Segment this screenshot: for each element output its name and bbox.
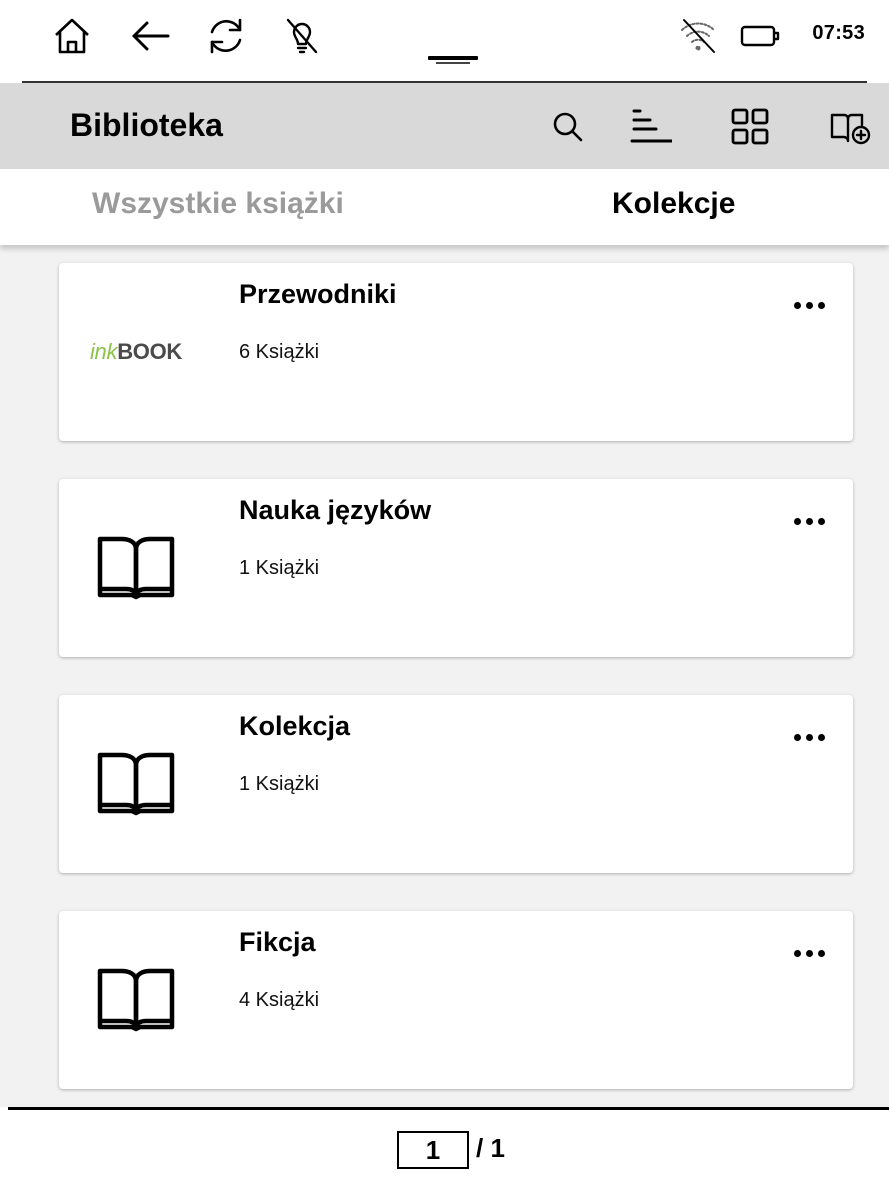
collection-card[interactable]: Nauka języków 1 Książki xyxy=(59,479,853,657)
collection-card[interactable]: Fikcja 4 Książki xyxy=(59,911,853,1089)
back-arrow-icon[interactable] xyxy=(128,14,172,58)
collection-card[interactable]: Kolekcja 1 Książki xyxy=(59,695,853,873)
collection-thumbnail xyxy=(71,945,201,1055)
open-book-icon xyxy=(97,536,175,600)
collection-thumbnail xyxy=(71,729,201,839)
collection-title: Przewodniki xyxy=(239,279,397,309)
collection-count: 4 Książki xyxy=(239,989,320,1011)
sort-icon[interactable] xyxy=(628,105,672,149)
collection-list: inkBOOK Przewodniki 6 Książki Nauka języ… xyxy=(0,245,889,1107)
collection-title: Kolekcja xyxy=(239,711,351,741)
notification-handle-shadow xyxy=(436,62,470,64)
open-book-icon xyxy=(97,752,175,816)
collection-title: Fikcja xyxy=(239,927,316,957)
tab-all-books[interactable]: Wszystkie książki xyxy=(92,187,344,221)
notification-handle[interactable] xyxy=(428,56,478,60)
collection-thumbnail: inkBOOK xyxy=(71,297,201,407)
app-bar: Biblioteka xyxy=(0,83,889,169)
page-total: / 1 xyxy=(476,1133,505,1163)
frontlight-off-icon[interactable] xyxy=(280,14,324,58)
search-icon[interactable] xyxy=(546,105,590,149)
tab-collections[interactable]: Kolekcje xyxy=(612,187,735,221)
add-collection-icon[interactable] xyxy=(828,105,872,149)
open-book-icon xyxy=(97,968,175,1032)
more-options-icon[interactable] xyxy=(789,725,829,749)
more-options-icon[interactable] xyxy=(789,941,829,965)
battery-icon xyxy=(738,14,782,58)
collection-thumbnail xyxy=(71,513,201,623)
page-title: Biblioteka xyxy=(70,107,223,143)
collection-card[interactable]: inkBOOK Przewodniki 6 Książki xyxy=(59,263,853,441)
page-number-input[interactable]: 1 xyxy=(397,1131,469,1169)
refresh-icon[interactable] xyxy=(204,14,248,58)
pager: 1 / 1 xyxy=(0,1107,889,1184)
home-icon[interactable] xyxy=(50,14,94,58)
tab-bar: Wszystkie książki Kolekcje xyxy=(0,169,889,245)
footer-divider xyxy=(8,1107,889,1110)
collection-count: 6 Książki xyxy=(239,341,320,363)
wifi-off-icon xyxy=(676,14,720,58)
collection-count: 1 Książki xyxy=(239,773,320,795)
clock: 07:53 xyxy=(812,22,865,44)
inkbook-logo: inkBOOK xyxy=(89,339,183,364)
more-options-icon[interactable] xyxy=(789,293,829,317)
collection-title: Nauka języków xyxy=(239,495,432,525)
collection-count: 1 Książki xyxy=(239,557,320,579)
status-bar: 07:53 xyxy=(0,0,889,83)
more-options-icon[interactable] xyxy=(789,509,829,533)
grid-view-icon[interactable] xyxy=(728,105,772,149)
